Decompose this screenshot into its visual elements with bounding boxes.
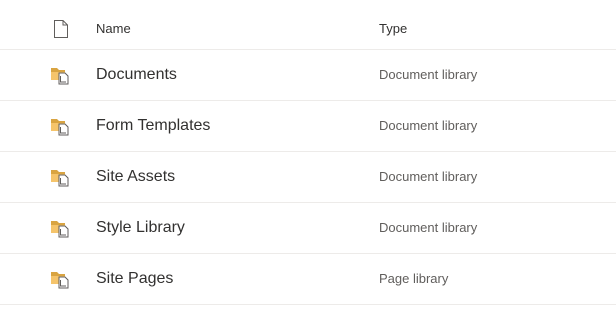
list-item[interactable]: Site Assets Document library	[0, 152, 616, 203]
list-item[interactable]: Style Library Document library	[0, 203, 616, 254]
column-header-type[interactable]: Type	[379, 21, 407, 36]
library-folder-icon	[50, 269, 72, 289]
item-name[interactable]: Site Pages	[96, 270, 173, 288]
item-type: Document library	[379, 67, 478, 82]
document-icon[interactable]	[52, 19, 70, 39]
library-folder-icon	[50, 116, 72, 136]
library-list: Name Type Documents Document library For…	[0, 0, 616, 305]
item-name[interactable]: Style Library	[96, 219, 185, 237]
item-name[interactable]: Site Assets	[96, 168, 175, 186]
library-folder-icon	[50, 218, 72, 238]
item-type: Page library	[379, 271, 449, 286]
library-folder-icon	[50, 65, 72, 85]
item-type: Document library	[379, 220, 478, 235]
list-item[interactable]: Documents Document library	[0, 50, 616, 101]
list-item[interactable]: Site Pages Page library	[0, 254, 616, 305]
item-type: Document library	[379, 169, 478, 184]
item-name[interactable]: Form Templates	[96, 117, 210, 135]
list-header: Name Type	[0, 0, 616, 50]
list-item[interactable]: Form Templates Document library	[0, 101, 616, 152]
item-type: Document library	[379, 118, 478, 133]
item-name[interactable]: Documents	[96, 66, 177, 84]
library-folder-icon	[50, 167, 72, 187]
column-header-name[interactable]: Name	[96, 21, 131, 36]
